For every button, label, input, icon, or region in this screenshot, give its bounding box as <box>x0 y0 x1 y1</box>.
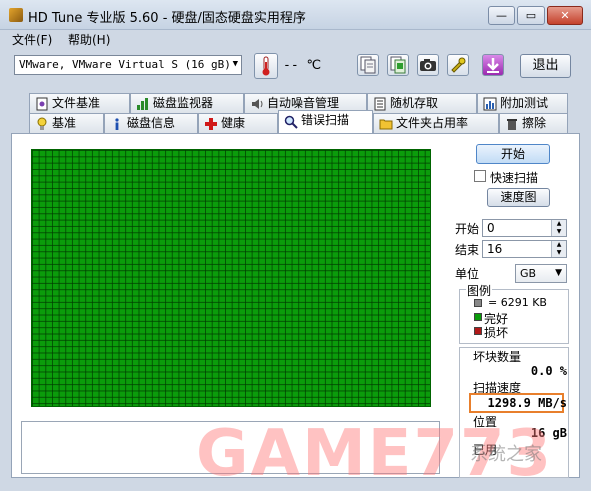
trash-icon <box>505 117 519 131</box>
scan-block-map <box>31 149 431 407</box>
document-icon <box>373 97 387 111</box>
app-icon <box>9 8 23 22</box>
chart-icon <box>483 97 497 111</box>
tab-label: 错误扫描 <box>301 113 350 127</box>
chevron-down-icon: ▼ <box>555 268 562 278</box>
tab-benchmark[interactable]: 基准 <box>29 113 104 133</box>
screenshot-button[interactable] <box>417 54 439 76</box>
file-icon <box>35 97 49 111</box>
drive-select-value: VMware, VMware Virtual S (16 gB) <box>19 58 231 71</box>
spin-down-icon[interactable]: ▼ <box>551 249 566 257</box>
exit-button[interactable]: 退出 <box>520 54 571 78</box>
tab-folder-usage[interactable]: 文件夹占用率 <box>373 113 499 133</box>
end-label: 结束 <box>455 243 480 257</box>
start-scan-button[interactable]: 开始 <box>476 144 550 164</box>
menu-help[interactable]: 帮助(H) <box>68 31 110 48</box>
tab-health[interactable]: 健康 <box>198 113 278 133</box>
bad-blocks-value: 0.0 % <box>530 364 567 378</box>
tab-erase[interactable]: 擦除 <box>499 113 568 133</box>
legend-ok-swatch <box>474 313 482 321</box>
speed-map-button[interactable]: 速度图 <box>487 188 550 207</box>
start-input[interactable]: 0 ▲ ▼ <box>482 219 567 237</box>
copy-screen-button[interactable] <box>387 54 409 76</box>
window-title: HD Tune 专业版 5.60 - 硬盘/固态硬盘实用程序 <box>28 11 306 26</box>
menu-file[interactable]: 文件(F) <box>12 31 52 48</box>
tab-disk-monitor[interactable]: 磁盘监视器 <box>130 93 244 113</box>
tab-label: 擦除 <box>522 116 547 130</box>
folder-icon <box>379 117 393 131</box>
minimize-button[interactable]: — <box>488 6 515 25</box>
start-label: 开始 <box>455 222 480 236</box>
legend-block-size: = 6291 KB <box>488 296 547 309</box>
magnifier-icon <box>284 115 298 129</box>
legend-bad-swatch <box>474 327 482 335</box>
save-button[interactable] <box>482 54 504 76</box>
tab-file-benchmark[interactable]: 文件基准 <box>29 93 130 113</box>
spin-down-icon[interactable]: ▼ <box>551 228 566 236</box>
tab-label: 磁盘监视器 <box>153 96 214 110</box>
copy-info-icon <box>360 56 376 74</box>
tab-extra-tests[interactable]: 附加测试 <box>477 93 568 113</box>
drive-select[interactable]: VMware, VMware Virtual S (16 gB) ▼ <box>14 55 242 75</box>
tab-label: 文件基准 <box>52 96 101 110</box>
tab-label: 随机存取 <box>390 96 439 110</box>
thermometer-icon <box>262 56 270 76</box>
chart-icon <box>136 97 150 111</box>
close-button[interactable]: ✕ <box>547 6 583 25</box>
options-icon <box>451 57 466 73</box>
quick-scan-label: 快速扫描 <box>490 171 539 185</box>
lightbulb-icon <box>35 117 49 131</box>
camera-icon <box>420 59 436 71</box>
end-value: 16 <box>487 242 503 256</box>
watermark-subtext: 系统之家 <box>470 444 542 465</box>
tab-label: 磁盘信息 <box>127 116 176 130</box>
tab-label: 基准 <box>52 116 77 130</box>
legend-block-swatch <box>474 299 482 307</box>
quick-scan-checkbox[interactable] <box>474 170 486 182</box>
end-input[interactable]: 16 ▲ ▼ <box>482 240 567 258</box>
unit-value: GB <box>520 267 537 280</box>
temperature-value: -- ℃ <box>283 58 322 73</box>
temperature-button[interactable] <box>254 53 278 79</box>
download-icon <box>487 58 499 73</box>
info-icon <box>110 117 124 131</box>
legend-bad-label: 损坏 <box>484 326 509 340</box>
tab-label: 文件夹占用率 <box>396 116 469 130</box>
unit-select[interactable]: GB ▼ <box>515 264 567 283</box>
tab-disk-info[interactable]: 磁盘信息 <box>104 113 198 133</box>
spin-up-icon[interactable]: ▲ <box>551 220 566 228</box>
chevron-down-icon: ▼ <box>232 59 238 69</box>
plus-icon <box>204 117 218 131</box>
copy-screen-icon <box>390 56 406 74</box>
tab-label: 附加测试 <box>500 96 549 110</box>
tab-random-access[interactable]: 随机存取 <box>367 93 477 113</box>
unit-label: 单位 <box>455 267 480 281</box>
tab-label: 健康 <box>221 116 246 130</box>
tab-error-scan[interactable]: 错误扫描 <box>278 110 373 133</box>
spin-up-icon[interactable]: ▲ <box>551 241 566 249</box>
start-value: 0 <box>487 221 495 235</box>
bad-blocks-label: 坏块数量 <box>473 350 522 364</box>
options-button[interactable] <box>447 54 469 76</box>
copy-info-button[interactable] <box>357 54 379 76</box>
maximize-button[interactable]: ▭ <box>517 6 545 25</box>
scan-speed-value: 1298.9 MB/s <box>487 396 567 410</box>
tab-label: 自动噪音管理 <box>267 96 340 110</box>
speaker-icon <box>250 97 264 111</box>
